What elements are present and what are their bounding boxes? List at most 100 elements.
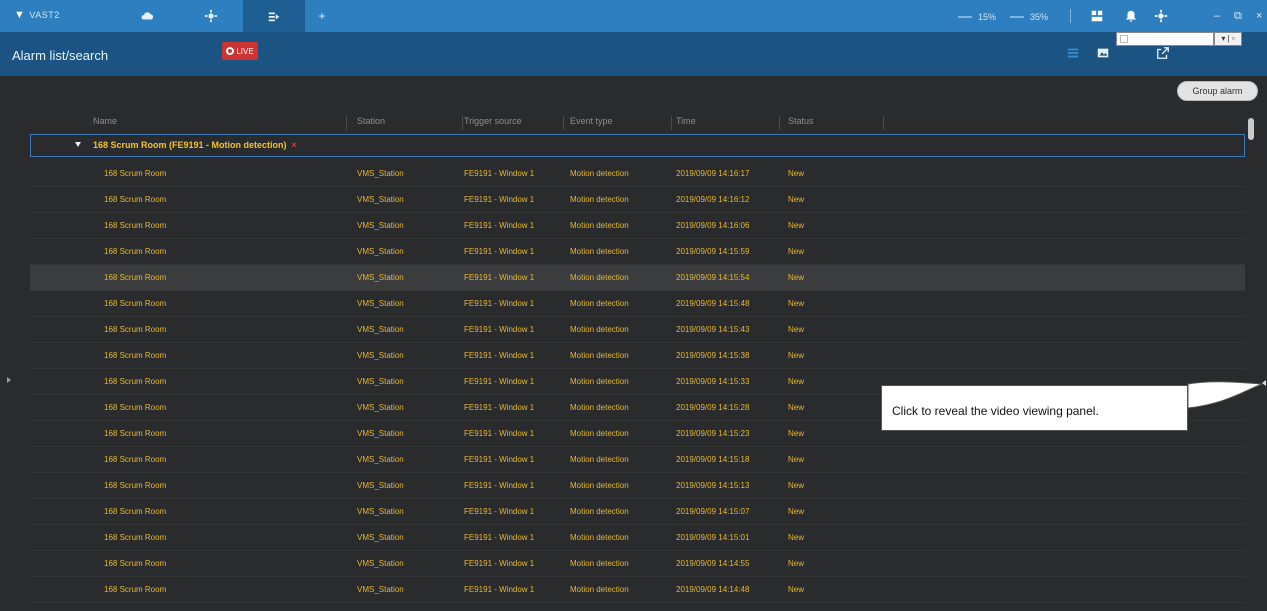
alarm-row[interactable]: 168 Scrum Room VMS_Station FE9191 - Window… [30, 473, 1245, 499]
alarm-row[interactable]: 168 Scrum Room VMS_Station FE9191 - Window… [30, 577, 1245, 603]
cell-status: New [788, 429, 805, 438]
column-header-name[interactable]: Name [93, 116, 347, 130]
page-header: Alarm list/search LIVE [0, 32, 1267, 76]
alarm-row[interactable]: 168 Scrum Room VMS_Station FE9191 - Window… [30, 551, 1245, 577]
cell-status: New [788, 533, 805, 542]
list-view-icon[interactable] [1066, 46, 1080, 60]
image-view-icon[interactable] [1096, 46, 1110, 60]
cell-trigger-source: FE9191 - Window 1 [464, 351, 535, 360]
cell-station: VMS_Station [357, 585, 404, 594]
cell-station: VMS_Station [357, 273, 404, 282]
cell-name: 168 Scrum Room [104, 429, 167, 438]
cell-event-type: Motion detection [570, 299, 629, 308]
cell-status: New [788, 559, 805, 568]
alarm-row[interactable]: 168 Scrum Room VMS_Station FE9191 - Window… [30, 291, 1245, 317]
cell-event-type: Motion detection [570, 273, 629, 282]
cell-time: 2019/09/09 14:15:38 [676, 351, 750, 360]
column-header-trigger-source[interactable]: Trigger source [464, 116, 564, 130]
cell-trigger-source: FE9191 - Window 1 [464, 273, 535, 282]
live-dot-icon [226, 47, 235, 55]
cell-name: 168 Scrum Room [104, 533, 167, 542]
cell-name: 168 Scrum Room [104, 403, 167, 412]
close-group-icon[interactable]: × [292, 140, 297, 150]
cell-name: 168 Scrum Room [104, 507, 167, 516]
cell-event-type: Motion detection [570, 325, 629, 334]
live-button[interactable]: LIVE [222, 42, 258, 60]
cell-station: VMS_Station [357, 377, 404, 386]
minimize-icon[interactable]: – [1214, 10, 1220, 22]
cell-trigger-source: FE9191 - Window 1 [464, 377, 535, 386]
alarm-row[interactable]: 168 Scrum Room VMS_Station FE9191 - Window… [30, 525, 1245, 551]
alarm-group-label: 168 Scrum Room (FE9191 - Motion detectio… [93, 140, 297, 150]
add-tab-button[interactable]: + [291, 0, 353, 32]
cell-name: 168 Scrum Room [104, 169, 167, 178]
cell-station: VMS_Station [357, 351, 404, 360]
tooltip-text: Click to reveal the video viewing panel. [892, 404, 1099, 418]
cpu-value: 15% [978, 12, 997, 22]
cell-time: 2019/09/09 14:15:48 [676, 299, 750, 308]
cell-event-type: Motion detection [570, 351, 629, 360]
cell-status: New [788, 247, 805, 256]
cell-status: New [788, 351, 805, 360]
close-icon[interactable]: × [1256, 10, 1262, 22]
alarm-row[interactable]: 168 Scrum Room VMS_Station FE9191 - Window… [30, 161, 1245, 187]
cell-status: New [788, 481, 805, 490]
column-header-station[interactable]: Station [357, 116, 463, 130]
cell-trigger-source: FE9191 - Window 1 [464, 403, 535, 412]
cell-status: New [788, 195, 805, 204]
layout-icon[interactable] [1090, 9, 1104, 23]
cell-name: 168 Scrum Room [104, 299, 167, 308]
cell-event-type: Motion detection [570, 533, 629, 542]
cell-status: New [788, 377, 805, 386]
cpu-usage: 15% [958, 12, 996, 22]
cpu-meter-icon [958, 16, 972, 18]
cell-station: VMS_Station [357, 533, 404, 542]
cell-event-type: Motion detection [570, 559, 629, 568]
column-header-time[interactable]: Time [676, 116, 780, 130]
cell-name: 168 Scrum Room [104, 559, 167, 568]
export-icon[interactable] [1156, 46, 1170, 60]
cell-trigger-source: FE9191 - Window 1 [464, 559, 535, 568]
cell-station: VMS_Station [357, 169, 404, 178]
bell-icon[interactable] [1124, 9, 1138, 23]
cell-station: VMS_Station [357, 429, 404, 438]
alarm-row[interactable]: 168 Scrum Room VMS_Station FE9191 - Window… [30, 499, 1245, 525]
cell-status: New [788, 585, 805, 594]
dropdown-control[interactable]: ▾ | ▫ [1214, 32, 1242, 46]
group-alarm-button[interactable]: Group alarm [1177, 81, 1258, 101]
cell-station: VMS_Station [357, 455, 404, 464]
alarm-row[interactable]: 168 Scrum Room VMS_Station FE9191 - Window… [30, 265, 1245, 291]
cell-name: 168 Scrum Room [104, 377, 167, 386]
alarm-row[interactable]: 168 Scrum Room VMS_Station FE9191 - Window… [30, 343, 1245, 369]
cell-time: 2019/09/09 14:15:28 [676, 403, 750, 412]
tab-settings[interactable] [180, 0, 242, 32]
cloud-icon [141, 12, 154, 20]
column-header-status[interactable]: Status [788, 116, 884, 130]
add-tab-label: + [318, 9, 326, 23]
column-header-event-type[interactable]: Event type [570, 116, 672, 130]
alarm-row[interactable]: 168 Scrum Room VMS_Station FE9191 - Window… [30, 187, 1245, 213]
alarm-row[interactable]: 168 Scrum Room VMS_Station FE9191 - Window… [30, 317, 1245, 343]
scrollbar[interactable] [1248, 118, 1254, 140]
top-bar: ▼ VAST2 + 15% 35% – ⧉ × [0, 0, 1267, 32]
cell-time: 2019/09/09 14:16:17 [676, 169, 750, 178]
cell-event-type: Motion detection [570, 429, 629, 438]
cell-status: New [788, 299, 805, 308]
cell-event-type: Motion detection [570, 455, 629, 464]
collapse-left-icon[interactable] [7, 377, 11, 383]
cell-trigger-source: FE9191 - Window 1 [464, 221, 535, 230]
alarm-row[interactable]: 168 Scrum Room VMS_Station FE9191 - Window… [30, 213, 1245, 239]
alarm-row[interactable]: 168 Scrum Room VMS_Station FE9191 - Window… [30, 447, 1245, 473]
restore-icon[interactable]: ⧉ [1234, 10, 1242, 23]
cell-status: New [788, 403, 805, 412]
settings-gear-icon[interactable] [1154, 9, 1168, 23]
alarm-list: 168 Scrum Room VMS_Station FE9191 - Window… [30, 161, 1245, 603]
alarm-group-row[interactable]: 168 Scrum Room (FE9191 - Motion detectio… [30, 134, 1245, 157]
tab-cloud[interactable] [116, 0, 178, 32]
search-field[interactable] [1116, 32, 1214, 46]
alarm-row[interactable]: 168 Scrum Room VMS_Station FE9191 - Window… [30, 239, 1245, 265]
cell-trigger-source: FE9191 - Window 1 [464, 533, 535, 542]
cell-trigger-source: FE9191 - Window 1 [464, 455, 535, 464]
memory-meter-icon [1010, 16, 1024, 18]
expand-triangle-icon[interactable] [75, 142, 81, 147]
